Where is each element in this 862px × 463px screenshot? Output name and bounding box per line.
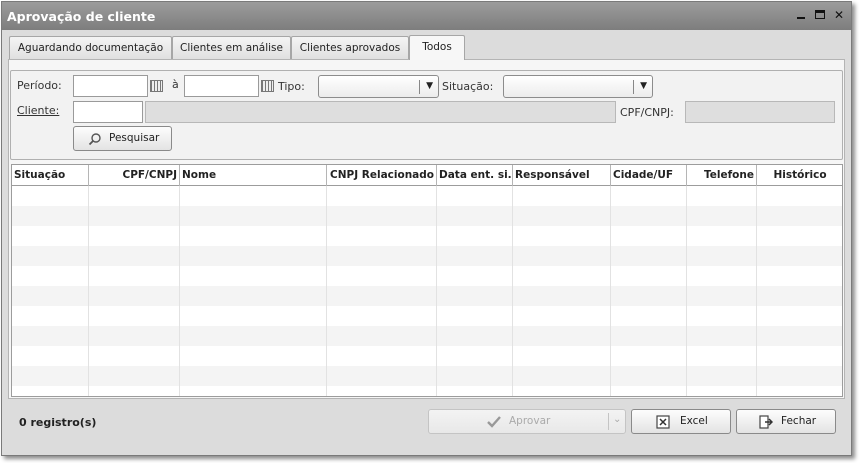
chevron-down-icon: ▼ xyxy=(640,81,647,91)
periodo-label: Período: xyxy=(17,79,62,92)
title-bar[interactable]: Aprovação de cliente ✕ xyxy=(2,2,851,30)
column-header-telefone[interactable]: Telefone xyxy=(687,165,757,186)
tipo-label: Tipo: xyxy=(278,80,305,93)
periodo-inicio-input[interactable] xyxy=(73,75,148,97)
column-header-historico[interactable]: Histórico xyxy=(757,165,842,186)
tab-clientes-em-analise[interactable]: Clientes em análise xyxy=(172,36,291,59)
column-header-cpf-cnpj[interactable]: CPF/CNPJ xyxy=(89,165,180,186)
maximize-button[interactable] xyxy=(813,8,827,22)
chevron-down-icon: ▼ xyxy=(426,81,433,91)
tab-aguardando-documentacao[interactable]: Aguardando documentação xyxy=(9,36,172,59)
aprovar-button[interactable]: Aprovar ⌄ xyxy=(428,409,626,434)
grid-header: Situação CPF/CNPJ Nome CNPJ Relacionado … xyxy=(12,165,842,186)
close-icon: ✕ xyxy=(833,8,845,22)
cliente-lookup-link[interactable]: Cliente: xyxy=(17,104,59,117)
minimize-icon xyxy=(797,17,805,19)
cpfcnpj-label: CPF/CNPJ: xyxy=(620,106,674,119)
situacao-select[interactable]: ▼ xyxy=(503,75,653,98)
excel-button[interactable]: Excel xyxy=(631,409,731,434)
column-header-responsavel[interactable]: Responsável xyxy=(513,165,611,186)
close-button[interactable]: ✕ xyxy=(832,8,846,22)
chevron-down-icon[interactable]: ⌄ xyxy=(613,414,621,425)
column-header-cidade-uf[interactable]: Cidade/UF xyxy=(611,165,687,186)
cliente-code-input[interactable] xyxy=(73,101,143,123)
tab-todos[interactable]: Todos xyxy=(409,35,465,60)
search-icon xyxy=(88,133,101,146)
minimize-button[interactable] xyxy=(794,8,808,22)
search-button[interactable]: Pesquisar xyxy=(73,126,172,151)
fechar-button[interactable]: Fechar xyxy=(736,409,836,434)
column-header-data-entrada[interactable]: Data ent. si... xyxy=(437,165,513,186)
calendar-icon[interactable] xyxy=(261,80,274,92)
window-title: Aprovação de cliente xyxy=(7,9,156,24)
column-header-nome[interactable]: Nome xyxy=(180,165,327,186)
exit-door-icon xyxy=(759,415,773,429)
maximize-icon xyxy=(815,10,825,19)
excel-icon xyxy=(656,415,670,429)
column-header-cnpj-relacionado[interactable]: CNPJ Relacionado xyxy=(327,165,437,186)
approval-window: Aprovação de cliente ✕ Aguardando docume… xyxy=(1,1,852,456)
checkmark-icon xyxy=(487,416,501,428)
cpfcnpj-field xyxy=(685,101,835,123)
periodo-fim-input[interactable] xyxy=(184,75,259,97)
tab-clientes-aprovados[interactable]: Clientes aprovados xyxy=(291,36,409,59)
grid-body[interactable] xyxy=(12,186,842,396)
periodo-separator: à xyxy=(172,78,179,91)
cliente-name-field xyxy=(145,101,616,123)
tipo-select[interactable]: ▼ xyxy=(318,75,439,98)
results-grid: Situação CPF/CNPJ Nome CNPJ Relacionado … xyxy=(11,164,843,397)
record-count: 0 registro(s) xyxy=(19,416,97,429)
calendar-icon[interactable] xyxy=(150,80,163,92)
situacao-label: Situação: xyxy=(442,80,494,93)
column-header-situacao[interactable]: Situação xyxy=(12,165,89,186)
